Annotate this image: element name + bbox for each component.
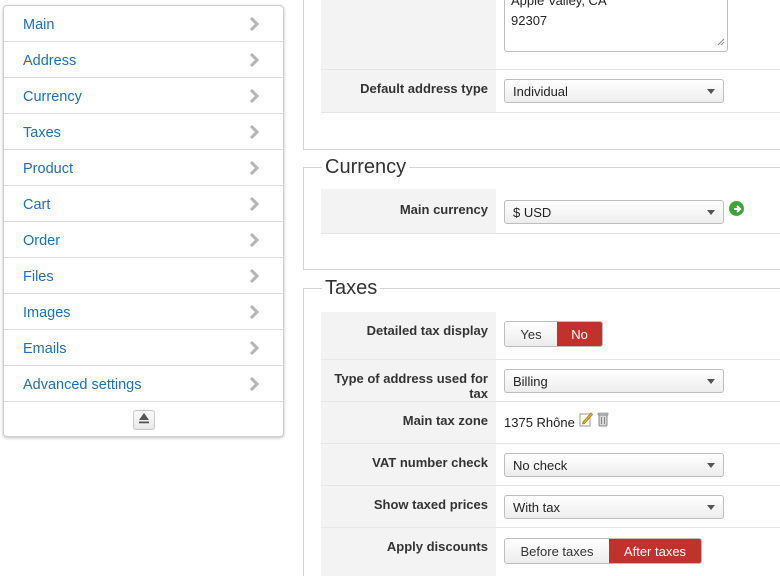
detailed-tax-display-toggle: Yes No xyxy=(504,321,603,347)
address-line-2: 92307 xyxy=(511,13,548,28)
main-currency-row: Main currency $ USD xyxy=(321,189,780,234)
default-address-type-select[interactable]: Individual xyxy=(504,79,724,103)
show-taxed-prices-row: Show taxed prices With tax xyxy=(321,486,780,528)
resize-grip-icon[interactable] xyxy=(717,34,725,49)
sidebar-item-files[interactable]: Files xyxy=(4,258,283,294)
chevron-right-icon xyxy=(247,160,261,175)
sidebar-footer xyxy=(4,402,283,436)
select-value: Billing xyxy=(513,373,548,389)
config-page: Main Address Currency Taxes Product Cart… xyxy=(0,0,780,576)
apply-discounts-toggle: Before taxes After taxes xyxy=(504,538,702,564)
sidebar-item-label: Main xyxy=(23,17,55,33)
tax-address-type-label: Type of address used for tax xyxy=(321,360,496,401)
sidebar-item-emails[interactable]: Emails xyxy=(4,330,283,366)
address-line-1: Apple Valley, CA xyxy=(511,0,607,8)
chevron-right-icon xyxy=(247,16,261,31)
select-value: With tax xyxy=(513,499,560,515)
select-value: $ USD xyxy=(513,204,552,220)
chevron-down-icon xyxy=(707,209,715,215)
sidebar-item-label: Emails xyxy=(23,341,67,357)
sidebar-item-images[interactable]: Images xyxy=(4,294,283,330)
sidebar-item-label: Product xyxy=(23,161,73,177)
detailed-tax-display-label: Detailed tax display xyxy=(321,312,496,359)
after-taxes-button[interactable]: After taxes xyxy=(609,539,701,563)
tax-address-type-select[interactable]: Billing xyxy=(504,369,724,393)
scroll-top-button[interactable] xyxy=(132,410,155,430)
sidebar-item-advanced-settings[interactable]: Advanced settings xyxy=(4,366,283,402)
address-label-cell xyxy=(321,0,496,69)
chevron-right-icon xyxy=(247,88,261,103)
sidebar-item-product[interactable]: Product xyxy=(4,150,283,186)
chevron-down-icon xyxy=(707,88,715,94)
sidebar-item-order[interactable]: Order xyxy=(4,222,283,258)
sidebar-item-label: Cart xyxy=(23,197,51,213)
sidebar-item-currency[interactable]: Currency xyxy=(4,78,283,114)
address-textarea[interactable]: Apple Valley, CA 92307 xyxy=(504,0,728,52)
chevron-right-icon xyxy=(247,340,261,355)
vat-number-check-row: VAT number check No check xyxy=(321,444,780,486)
detailed-tax-yes-button[interactable]: Yes xyxy=(505,322,557,346)
chevron-right-icon xyxy=(247,232,261,247)
tax-address-type-row: Type of address used for tax Billing xyxy=(321,360,780,402)
detailed-tax-no-button[interactable]: No xyxy=(557,322,602,346)
currency-fieldset: Currency Main currency $ USD xyxy=(303,156,780,270)
main-tax-zone-row: Main tax zone 1375 Rhône xyxy=(321,402,780,444)
sidebar-item-main[interactable]: Main xyxy=(4,6,283,42)
before-taxes-button[interactable]: Before taxes xyxy=(505,539,609,563)
sidebar-item-label: Taxes xyxy=(23,125,61,141)
chevron-right-icon xyxy=(247,304,261,319)
address-value-cell: Apple Valley, CA 92307 xyxy=(496,0,780,69)
trash-icon[interactable] xyxy=(597,411,609,430)
address-row: Apple Valley, CA 92307 xyxy=(321,0,780,70)
sidebar-item-label: Order xyxy=(23,233,61,249)
taxes-fieldset: Taxes Detailed tax display Yes No Type o… xyxy=(303,277,780,576)
apply-discounts-label: Apply discounts xyxy=(321,528,496,576)
main-currency-label: Main currency xyxy=(321,189,496,233)
edit-icon[interactable] xyxy=(579,411,593,430)
sidebar-item-label: Images xyxy=(23,305,71,321)
show-taxed-prices-label: Show taxed prices xyxy=(321,486,496,527)
go-arrow-icon[interactable] xyxy=(729,201,744,216)
eject-icon xyxy=(138,411,150,429)
chevron-right-icon xyxy=(247,52,261,67)
sidebar-nav: Main Address Currency Taxes Product Cart… xyxy=(3,5,284,437)
sidebar-item-label: Advanced settings xyxy=(23,377,142,393)
main-tax-zone-label: Main tax zone xyxy=(321,402,496,443)
sidebar-item-label: Address xyxy=(23,53,77,69)
default-address-type-label: Default address type xyxy=(321,70,496,112)
chevron-right-icon xyxy=(247,268,261,283)
default-address-type-row: Default address type Individual xyxy=(321,70,780,113)
main-tax-zone-value: 1375 Rhône xyxy=(504,415,575,430)
detailed-tax-display-row: Detailed tax display Yes No xyxy=(321,312,780,360)
main-currency-select[interactable]: $ USD xyxy=(504,200,724,224)
vat-number-check-label: VAT number check xyxy=(321,444,496,485)
chevron-right-icon xyxy=(247,376,261,391)
sidebar-item-taxes[interactable]: Taxes xyxy=(4,114,283,150)
chevron-down-icon xyxy=(707,462,715,468)
chevron-down-icon xyxy=(707,378,715,384)
chevron-right-icon xyxy=(247,196,261,211)
show-taxed-prices-select[interactable]: With tax xyxy=(504,495,724,519)
chevron-right-icon xyxy=(247,124,261,139)
sidebar-item-address[interactable]: Address xyxy=(4,42,283,78)
sidebar-item-label: Files xyxy=(23,269,54,285)
currency-legend: Currency xyxy=(322,156,410,178)
sidebar-item-cart[interactable]: Cart xyxy=(4,186,283,222)
select-value: Individual xyxy=(513,83,568,99)
vat-number-check-select[interactable]: No check xyxy=(504,453,724,477)
select-value: No check xyxy=(513,457,568,473)
sidebar-item-label: Currency xyxy=(23,89,82,105)
taxes-legend: Taxes xyxy=(322,277,381,299)
chevron-down-icon xyxy=(707,504,715,510)
apply-discounts-row: Apply discounts Before taxes After taxes xyxy=(321,528,780,576)
address-fieldset: Apple Valley, CA 92307 Default address t… xyxy=(303,0,780,150)
